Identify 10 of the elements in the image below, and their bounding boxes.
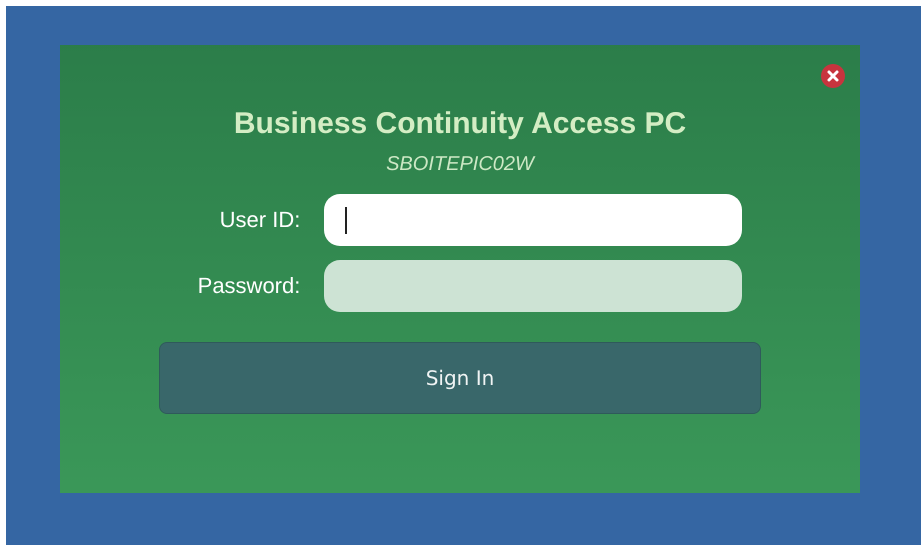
close-icon <box>821 64 845 88</box>
input-field[interactable] <box>324 194 742 246</box>
text-cursor <box>345 206 348 234</box>
computer-name: SBOITEPIC02W <box>386 153 534 176</box>
field-label: User ID: <box>218 207 300 233</box>
close-button[interactable] <box>821 64 845 88</box>
field-label: Password: <box>198 273 300 299</box>
dialog-title: Business Continuity Access PC <box>234 107 686 141</box>
sign-in-button[interactable]: Sign In <box>159 342 761 414</box>
input-field[interactable] <box>324 260 742 312</box>
